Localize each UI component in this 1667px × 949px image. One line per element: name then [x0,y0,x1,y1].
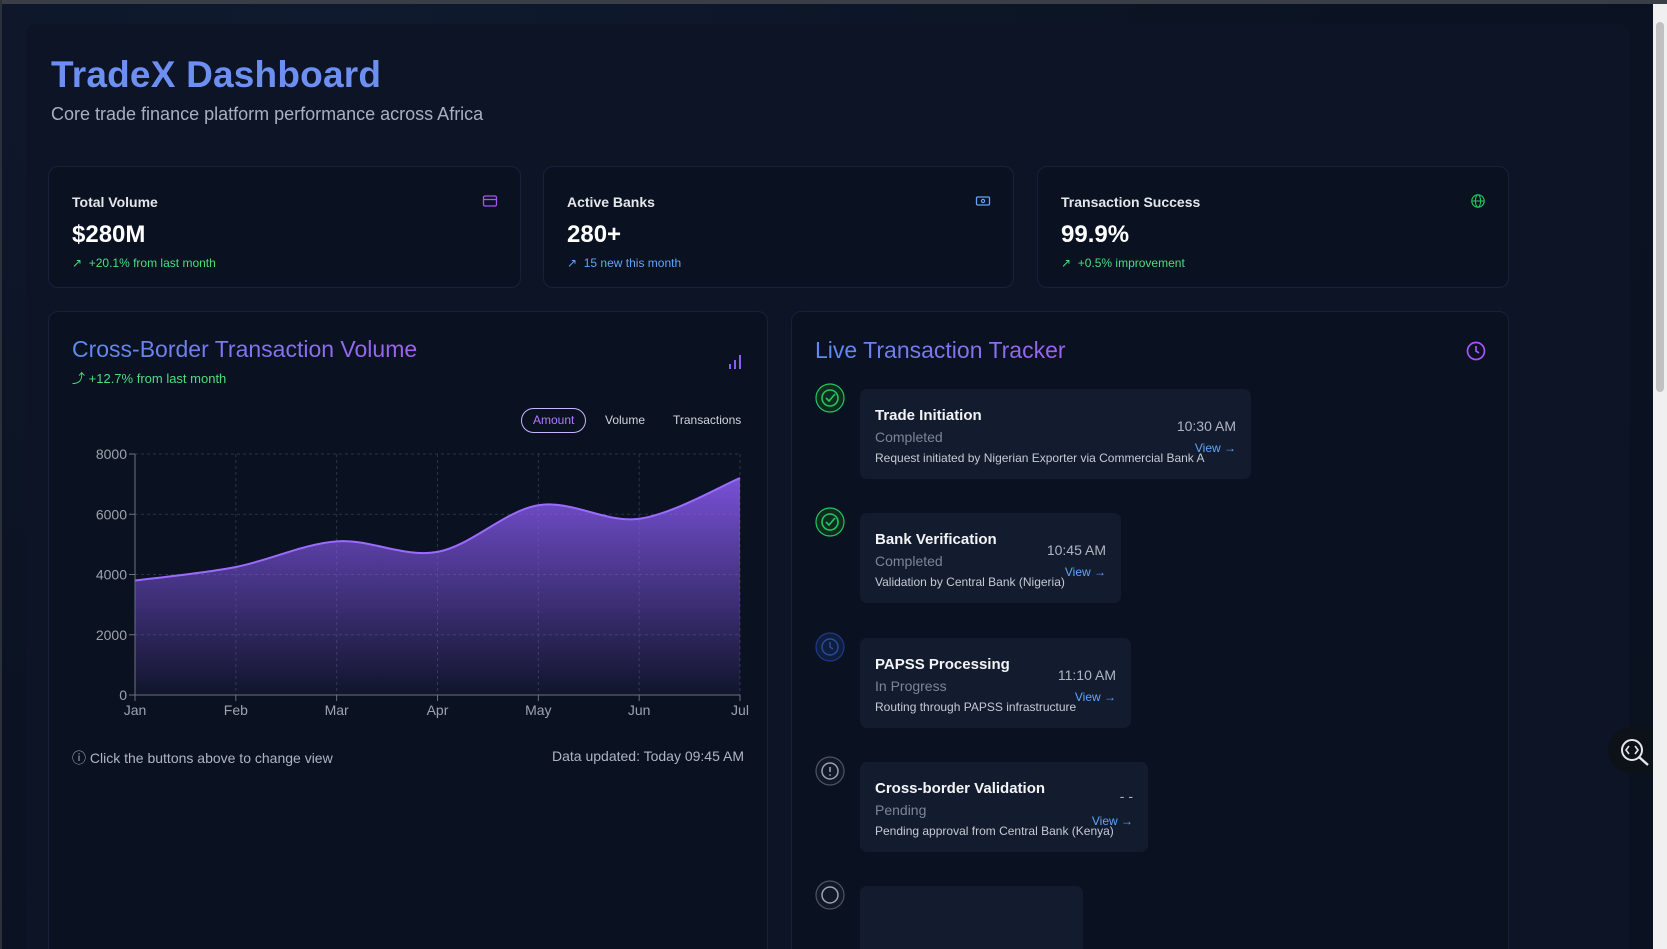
view-label: View [1074,690,1101,704]
arrow-right-icon: → [1224,441,1236,455]
check-circle-icon [815,383,845,413]
transaction-status: Completed [875,429,943,445]
volume-area-chart: 0 2000 4000 6000 8000 Jan Feb Mar Apr May Jun Jul [96,446,749,718]
data-updated: Data updated: Today 09:45 AM [552,748,744,764]
stat-delta: ↗ +0.5% improvement [1061,256,1185,270]
stat-delta: ↗ +20.1% from last month [72,256,216,270]
banknote-icon [975,196,991,206]
transaction-desc: Request initiated by Nigerian Exporter v… [875,451,1205,465]
tracker-panel-title: Live Transaction Tracker [815,337,1066,363]
transaction-desc: Routing through PAPSS infrastructure [875,700,1077,714]
y-tick-label: 0 [119,687,127,703]
stat-card-transaction-success: Transaction Success 99.9% ↗ +0.5% improv… [1037,166,1509,288]
stat-delta-text: 15 new this month [583,256,682,270]
alert-circle-icon [815,756,845,786]
y-tick-label: 4000 [96,567,127,583]
transaction-name: PAPSS Processing [875,656,1010,673]
arrow-right-icon: → [1121,814,1133,828]
transaction-card[interactable]: Cross-border Validation Pending Pending … [860,762,1148,852]
view-link[interactable]: View → [1092,814,1133,828]
stat-delta-text: +0.5% improvement [1077,256,1185,270]
transaction-status: Completed [875,553,943,569]
x-tick-label: Feb [224,702,248,718]
transaction-desc: Pending approval from Central Bank (Keny… [875,824,1114,838]
arrow-up-right-icon: ↗ [567,256,578,270]
transaction-card[interactable]: Trade Initiation Completed Request initi… [860,389,1251,479]
vertical-scrollbar[interactable] [1653,4,1667,949]
credit-card-icon [482,195,498,207]
transaction-name: Cross-border Validation [875,780,1046,797]
stat-label: Active Banks [567,194,655,210]
arrow-up-right-icon: ↗ [1061,256,1072,270]
stat-card-total-volume: Total Volume $280M ↗ +20.1% from last mo… [48,166,521,288]
transaction-status: Pending [875,802,927,818]
transaction-time: - - [1119,788,1133,804]
view-label: View [1194,441,1221,455]
transaction-name: Trade Initiation [875,407,982,424]
arrow-right-icon: → [1094,565,1106,579]
chart-hint: ⓘ Click the buttons above to change view [72,748,333,768]
y-tick-label: 6000 [96,506,127,522]
y-tick-label: 2000 [96,627,127,643]
scrollbar-thumb[interactable] [1656,22,1664,392]
view-label: View [1091,814,1118,828]
stat-delta: ↗ 15 new this month [567,256,681,270]
transaction-name: Bank Verification [875,531,997,548]
clock-icon [1466,341,1486,361]
arrow-up-right-icon: ↗ [72,256,83,270]
volume-panel: Cross-Border Transaction Volume ⤴ +12.7%… [48,311,768,949]
stat-value: $280M [72,221,146,248]
alert-circle-icon [815,880,845,910]
x-tick-label: Apr [427,702,449,718]
clock-icon [815,632,845,662]
x-tick-label: Jan [124,702,147,718]
page-subtitle: Core trade finance platform performance … [51,104,484,124]
arrow-right-icon: → [1104,690,1116,704]
help-circle-icon: ⓘ [72,750,86,766]
transaction-time: 10:30 AM [1176,418,1236,434]
y-tick-label: 8000 [96,446,127,462]
transaction-desc: Validation by Central Bank (Nigeria) [875,575,1065,589]
chart-hint-text: Click the buttons above to change view [89,750,333,766]
transaction-card[interactable]: Bank Verification Completed Validation b… [860,513,1121,603]
stat-label: Total Volume [72,194,158,210]
x-tick-label: May [525,702,551,718]
stat-delta-text: +20.1% from last month [88,256,216,270]
check-circle-icon [815,507,845,537]
view-link[interactable]: View → [1195,441,1236,455]
transaction-time: 10:45 AM [1046,542,1106,558]
globe-icon [1471,194,1485,208]
transaction-card[interactable]: PAPSS Processing In Progress Routing thr… [860,638,1131,728]
stat-label: Transaction Success [1061,194,1201,210]
x-tick-label: Jul [731,702,749,718]
view-link[interactable]: View → [1065,565,1106,579]
stat-value: 280+ [567,221,622,248]
code-search-icon [1621,739,1649,766]
page: TradeX Dashboard Core trade finance plat… [2,4,1653,949]
transaction-time: 11:10 AM [1057,667,1116,683]
page-title: TradeX Dashboard [51,54,382,95]
view-label: View [1064,565,1091,579]
transaction-status: In Progress [875,678,947,694]
tracker-panel: Live Transaction Tracker Trade Initiatio… [791,311,1509,949]
view-link[interactable]: View → [1075,690,1116,704]
transaction-card[interactable] [860,886,1083,949]
devtools-toggle-button[interactable] [1608,727,1653,773]
x-tick-label: Mar [325,702,349,718]
x-tick-label: Jun [628,702,651,718]
stat-card-active-banks: Active Banks 280+ ↗ 15 new this month [543,166,1014,288]
stat-value: 99.9% [1061,221,1130,248]
